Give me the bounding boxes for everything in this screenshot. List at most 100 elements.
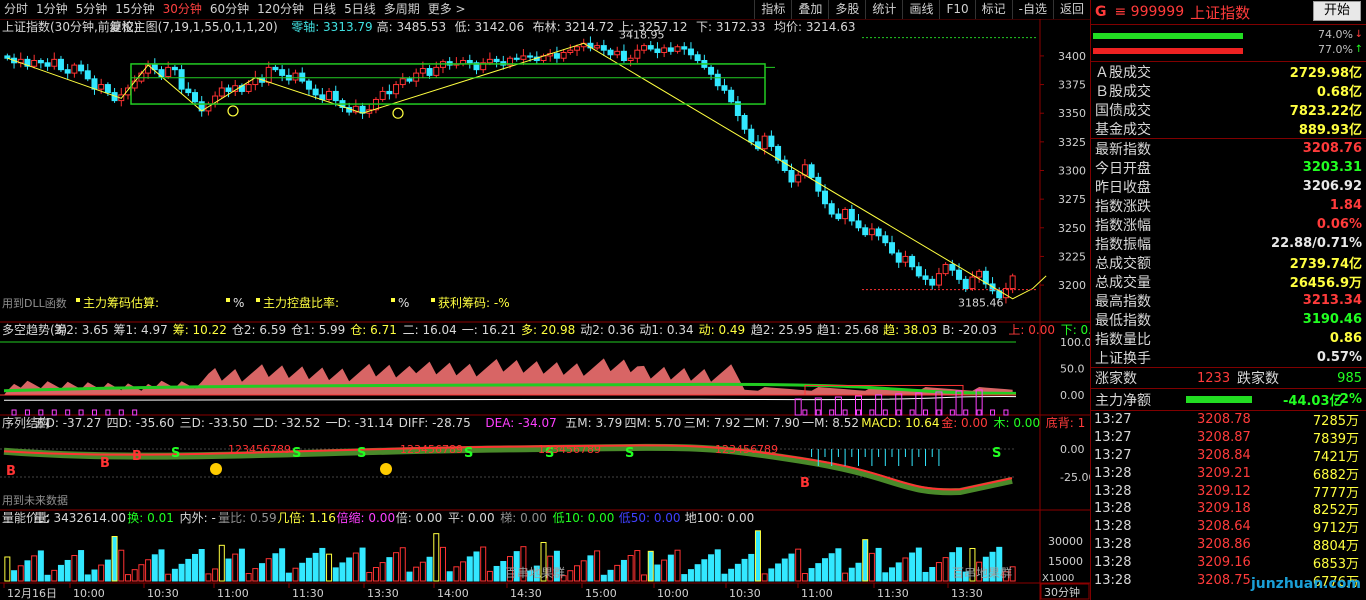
volume-bar xyxy=(694,564,701,582)
candle-body xyxy=(614,50,621,56)
stat-value: 22.88/0.71% xyxy=(1271,236,1362,251)
tick-row[interactable]: 13:28 3209.21 6882万 xyxy=(1091,464,1366,483)
vol-header-item: 低10: 0.00 xyxy=(553,511,615,525)
candle-body xyxy=(104,84,111,94)
tool-button-2[interactable]: 多股 xyxy=(828,0,865,19)
tool-button-7[interactable]: -自选 xyxy=(1011,0,1053,19)
volume-bar xyxy=(312,552,319,582)
volume-bar xyxy=(265,558,272,582)
trend-bar xyxy=(65,409,71,416)
volume-bar xyxy=(279,548,286,582)
candle-body xyxy=(419,68,426,74)
trend-bar xyxy=(976,409,982,416)
volume-bar xyxy=(145,559,152,582)
tick-volume: 7285万 xyxy=(1312,414,1359,430)
candle-body xyxy=(627,57,634,61)
tick-time: 13:28 xyxy=(1094,536,1132,552)
volume-bar xyxy=(748,553,755,582)
tool-button-6[interactable]: 标记 xyxy=(974,0,1012,19)
tick-price: 3208.78 xyxy=(1197,412,1251,428)
candle-body xyxy=(694,54,701,61)
time-label: 14:30 xyxy=(510,587,542,600)
tick-row[interactable]: 13:28 3208.64 9712万 xyxy=(1091,518,1366,536)
tab-period-2[interactable]: 5分钟 xyxy=(72,0,112,19)
trend-bar xyxy=(936,409,942,416)
candle-body xyxy=(654,48,661,53)
candle-body xyxy=(956,269,963,280)
stat-label: 指数涨幅 xyxy=(1095,217,1151,234)
up-count-label: 涨家数 xyxy=(1095,371,1137,387)
tab-period-9[interactable]: 多周期 xyxy=(380,0,424,19)
tab-period-3[interactable]: 15分钟 xyxy=(111,0,158,19)
candle-body xyxy=(741,115,748,130)
volume-bar xyxy=(607,569,614,582)
stat-label: 最高指数 xyxy=(1095,293,1151,310)
tool-button-3[interactable]: 统计 xyxy=(865,0,902,19)
tick-time: 13:27 xyxy=(1094,412,1132,428)
volume-bar xyxy=(165,573,172,582)
tick-row[interactable]: 13:28 3208.86 8804万 xyxy=(1091,536,1366,554)
trend-bar xyxy=(842,409,848,416)
trend-bar xyxy=(923,409,929,416)
stat-label: 最低指数 xyxy=(1095,312,1151,329)
vol-header-item: 梯: 0.00 xyxy=(500,511,547,525)
candle-body xyxy=(909,255,916,268)
tab-period-6[interactable]: 120分钟 xyxy=(253,0,308,19)
trade-start-button[interactable]: 开始 xyxy=(1313,1,1361,21)
candle-body xyxy=(171,66,178,71)
period-tabs: 分时 1分钟 5分钟 15分钟 30分钟 60分钟 120分钟 日线 5日线 多周期 更多 > xyxy=(0,0,470,19)
tab-period-5[interactable]: 60分钟 xyxy=(206,0,253,19)
kline-chart-svg[interactable]: 上证指数(30分钟,前复权)缠论主图(7,19,1,55,0,1,1,20) 零轴… xyxy=(0,19,1090,600)
volume-bar xyxy=(788,553,795,582)
footer-square-icon xyxy=(391,298,395,302)
tool-button-8[interactable]: 返回 xyxy=(1052,0,1090,19)
vol-header-item: 地100: 0.00 xyxy=(685,511,754,525)
trend-area xyxy=(4,358,1013,395)
tick-row[interactable]: 13:28 3209.16 6853万 xyxy=(1091,553,1366,572)
tab-period-10[interactable]: 更多 > xyxy=(424,0,470,19)
vol-header-item: 倍: 0.00 xyxy=(396,510,443,525)
tick-row[interactable]: 13:27 3208.78 7285万 xyxy=(1091,411,1366,429)
tick-row[interactable]: 13:28 3209.18 8252万 xyxy=(1091,500,1366,518)
tab-period-8[interactable]: 5日线 xyxy=(340,0,380,19)
stat-row: 总成交额 2739.74亿 xyxy=(1091,253,1366,273)
tab-period-7[interactable]: 日线 xyxy=(308,0,340,19)
tab-period-4[interactable]: 30分钟 xyxy=(159,0,206,19)
tool-button-5[interactable]: F10 xyxy=(939,0,974,19)
candle-body xyxy=(312,88,319,96)
tab-period-1[interactable]: 1分钟 xyxy=(32,0,72,19)
trend-header-item: B: -20.03 xyxy=(942,323,997,337)
trend-header-item: 仓: 6.71 xyxy=(350,323,397,337)
candle-body xyxy=(71,64,78,74)
main-footer-item: % xyxy=(398,296,409,310)
trend-bar xyxy=(949,409,955,416)
tick-row[interactable]: 13:27 3208.84 7421万 xyxy=(1091,447,1366,465)
tool-button-0[interactable]: 指标 xyxy=(754,0,791,19)
volume-bar xyxy=(198,549,205,582)
tool-button-1[interactable]: 叠加 xyxy=(791,0,828,19)
down-arrow-icon: ↓ xyxy=(1354,29,1363,40)
chart-area[interactable]: 上证指数(30分钟,前复权) 缠论主图(7,19,1,55,0,1,1,20) 零轴… xyxy=(0,19,1090,600)
volume-bar xyxy=(379,562,386,582)
volume-bar xyxy=(232,553,239,582)
tick-row[interactable]: 13:28 3209.12 7777万 xyxy=(1091,482,1366,501)
tick-time: 13:27 xyxy=(1094,447,1132,463)
tick-time: 13:28 xyxy=(1094,465,1132,481)
candle-body xyxy=(634,49,641,59)
seq-sell-marker: S xyxy=(292,446,301,461)
tick-row[interactable]: 13:27 3208.87 7839万 xyxy=(1091,429,1366,447)
trend-tick-label: 50.0 xyxy=(1060,363,1085,376)
candle-body xyxy=(379,90,386,100)
volume-bar xyxy=(192,553,199,582)
candle-body xyxy=(486,58,493,64)
volume-bar xyxy=(587,555,594,582)
volume-bar xyxy=(741,558,748,582)
seq-count-label: 123456789 xyxy=(400,443,463,456)
quote-header: G ≡ 999999 上证指数 开始 xyxy=(1091,0,1366,25)
seq-sell-marker: S xyxy=(171,446,180,461)
tab-period-0[interactable]: 分时 xyxy=(0,0,32,19)
tick-list[interactable]: 13:27 3208.78 7285万 13:27 3208.87 7839万 13:27 3… xyxy=(1091,411,1366,589)
candle-body xyxy=(848,208,855,222)
tool-button-4[interactable]: 画线 xyxy=(902,0,939,19)
volume-bar xyxy=(372,567,379,582)
